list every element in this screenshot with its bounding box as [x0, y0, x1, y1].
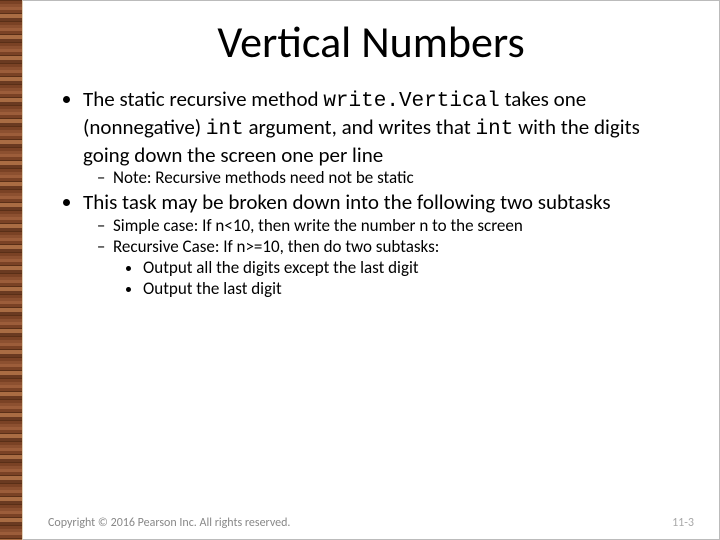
page-surface: Vertical Numbers The static recursive me… [22, 0, 720, 540]
footer: Copyright © 2016 Pearson Inc. All rights… [22, 516, 720, 530]
bullet-2: This task may be broken down into the fo… [83, 190, 687, 299]
bullet-2-simple: Simple case: If n<10, then write the num… [113, 216, 687, 236]
page-number: 11-3 [672, 516, 694, 530]
copyright: Copyright © 2016 Pearson Inc. All rights… [48, 516, 290, 530]
bullet-2-recursive: Recursive Case: If n>=10, then do two su… [113, 237, 687, 299]
bullet-2-sub-2: Output the last digit [143, 279, 687, 299]
bullet-1: The static recursive method write.Vertic… [83, 87, 687, 188]
slide: Vertical Numbers The static recursive me… [0, 0, 720, 540]
bullet-2-sub-1: Output all the digits except the last di… [143, 258, 687, 278]
slide-body: The static recursive method write.Vertic… [23, 87, 719, 299]
bullet-1-note: Note: Recursive methods need not be stat… [113, 168, 687, 188]
binder-spine [0, 0, 23, 540]
slide-title: Vertical Numbers [23, 15, 719, 69]
